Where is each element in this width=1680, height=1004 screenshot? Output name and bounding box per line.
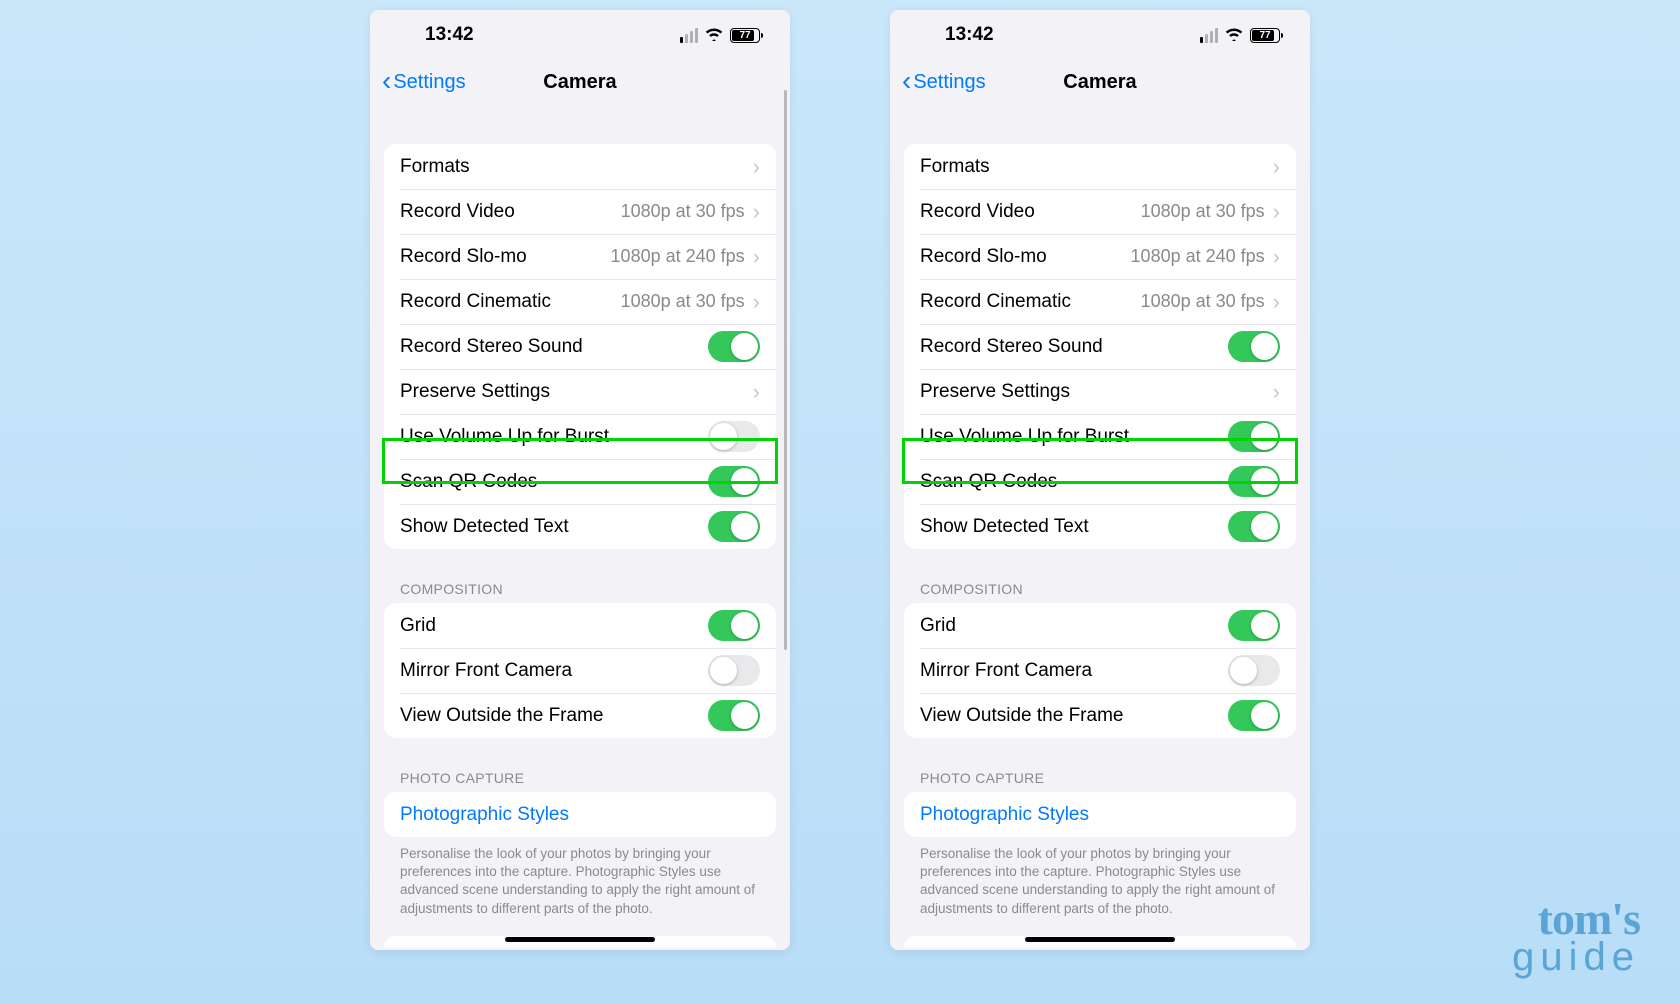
- settings-group-photo-capture: Photographic Styles: [904, 792, 1296, 837]
- section-header-composition: COMPOSITION: [904, 581, 1296, 603]
- row-photographic-styles[interactable]: Photographic Styles: [904, 792, 1296, 837]
- section-header-composition: COMPOSITION: [384, 581, 776, 603]
- settings-list: Formats › Record Video 1080p at 30 fps ›…: [370, 144, 790, 948]
- back-button[interactable]: ‹ Settings: [382, 70, 466, 95]
- row-view-outside[interactable]: View Outside the Frame: [384, 693, 776, 738]
- phone-left: 13:42 77 ‹ Settings Camera Formats ›: [370, 10, 790, 950]
- toggle-grid[interactable]: [708, 610, 760, 641]
- row-stereo-sound[interactable]: Record Stereo Sound: [384, 324, 776, 369]
- chevron-right-icon: ›: [753, 199, 760, 225]
- status-bar: 13:42 77: [890, 10, 1310, 60]
- toggle-stereo[interactable]: [708, 331, 760, 362]
- status-bar: 13:42 77: [370, 10, 790, 60]
- row-mirror-front[interactable]: Mirror Front Camera: [384, 648, 776, 693]
- settings-group-composition: Grid Mirror Front Camera View Outside th…: [904, 603, 1296, 738]
- toggle-view-outside[interactable]: [1228, 700, 1280, 731]
- toggle-view-outside[interactable]: [708, 700, 760, 731]
- toggle-mirror-front[interactable]: [708, 655, 760, 686]
- row-photographic-styles[interactable]: Photographic Styles: [384, 792, 776, 837]
- toggle-detected-text[interactable]: [708, 511, 760, 542]
- status-time: 13:42: [945, 24, 994, 46]
- row-view-outside[interactable]: View Outside the Frame: [904, 693, 1296, 738]
- home-indicator[interactable]: [1025, 937, 1175, 942]
- chevron-right-icon: ›: [1273, 154, 1280, 180]
- status-icons: 77: [1200, 26, 1281, 44]
- back-button[interactable]: ‹ Settings: [902, 70, 986, 95]
- wifi-icon: [1224, 26, 1244, 44]
- status-icons: 77: [680, 26, 761, 44]
- row-formats[interactable]: Formats ›: [904, 144, 1296, 189]
- row-record-cinematic[interactable]: Record Cinematic 1080p at 30 fps ›: [384, 279, 776, 324]
- chevron-right-icon: ›: [753, 379, 760, 405]
- row-record-slomo[interactable]: Record Slo-mo 1080p at 240 fps ›: [384, 234, 776, 279]
- wifi-icon: [704, 26, 724, 44]
- row-detected-text[interactable]: Show Detected Text: [904, 504, 1296, 549]
- row-record-cinematic[interactable]: Record Cinematic 1080p at 30 fps ›: [904, 279, 1296, 324]
- row-detected-text[interactable]: Show Detected Text: [384, 504, 776, 549]
- settings-group-photo-capture: Photographic Styles: [384, 792, 776, 837]
- chevron-left-icon: ‹: [902, 67, 911, 95]
- chevron-left-icon: ‹: [382, 67, 391, 95]
- toggle-mirror-front[interactable]: [1228, 655, 1280, 686]
- settings-group-main: Formats › Record Video 1080p at 30 fps ›…: [904, 144, 1296, 549]
- row-record-video[interactable]: Record Video 1080p at 30 fps ›: [384, 189, 776, 234]
- back-label: Settings: [913, 71, 985, 94]
- settings-group-composition: Grid Mirror Front Camera View Outside th…: [384, 603, 776, 738]
- row-grid[interactable]: Grid: [904, 603, 1296, 648]
- battery-icon: 77: [730, 28, 760, 43]
- back-label: Settings: [393, 71, 465, 94]
- row-preserve-settings[interactable]: Preserve Settings ›: [904, 369, 1296, 414]
- status-time: 13:42: [425, 24, 474, 46]
- row-scan-qr[interactable]: Scan QR Codes: [904, 459, 1296, 504]
- toggle-scan-qr[interactable]: [708, 466, 760, 497]
- section-header-photo-capture: PHOTO CAPTURE: [904, 770, 1296, 792]
- nav-bar: ‹ Settings Camera: [370, 60, 790, 104]
- watermark: tom's guide: [1512, 899, 1640, 974]
- row-stereo-sound[interactable]: Record Stereo Sound: [904, 324, 1296, 369]
- nav-bar: ‹ Settings Camera: [890, 60, 1310, 104]
- toggle-scan-qr[interactable]: [1228, 466, 1280, 497]
- row-volume-burst[interactable]: Use Volume Up for Burst: [384, 414, 776, 459]
- row-mirror-front[interactable]: Mirror Front Camera: [904, 648, 1296, 693]
- row-formats[interactable]: Formats ›: [384, 144, 776, 189]
- toggle-stereo[interactable]: [1228, 331, 1280, 362]
- row-record-video[interactable]: Record Video 1080p at 30 fps ›: [904, 189, 1296, 234]
- chevron-right-icon: ›: [753, 244, 760, 270]
- row-preserve-settings[interactable]: Preserve Settings ›: [384, 369, 776, 414]
- home-indicator[interactable]: [505, 937, 655, 942]
- settings-group-main: Formats › Record Video 1080p at 30 fps ›…: [384, 144, 776, 549]
- row-record-slomo[interactable]: Record Slo-mo 1080p at 240 fps ›: [904, 234, 1296, 279]
- chevron-right-icon: ›: [1273, 244, 1280, 270]
- chevron-right-icon: ›: [753, 154, 760, 180]
- row-volume-burst[interactable]: Use Volume Up for Burst: [904, 414, 1296, 459]
- chevron-right-icon: ›: [1273, 379, 1280, 405]
- chevron-right-icon: ›: [1273, 199, 1280, 225]
- chevron-right-icon: ›: [1273, 289, 1280, 315]
- photo-capture-footer: Personalise the look of your photos by b…: [384, 837, 776, 918]
- photo-capture-footer: Personalise the look of your photos by b…: [904, 837, 1296, 918]
- section-header-photo-capture: PHOTO CAPTURE: [384, 770, 776, 792]
- signal-icon: [1200, 28, 1219, 43]
- chevron-right-icon: ›: [753, 289, 760, 315]
- battery-icon: 77: [1250, 28, 1280, 43]
- toggle-volume-burst[interactable]: [1228, 421, 1280, 452]
- phone-right: 13:42 77 ‹ Settings Camera Formats ›: [890, 10, 1310, 950]
- signal-icon: [680, 28, 699, 43]
- settings-list: Formats › Record Video 1080p at 30 fps ›…: [890, 144, 1310, 948]
- toggle-volume-burst[interactable]: [708, 421, 760, 452]
- row-grid[interactable]: Grid: [384, 603, 776, 648]
- scroll-indicator[interactable]: [784, 90, 787, 650]
- toggle-detected-text[interactable]: [1228, 511, 1280, 542]
- row-scan-qr[interactable]: Scan QR Codes: [384, 459, 776, 504]
- toggle-grid[interactable]: [1228, 610, 1280, 641]
